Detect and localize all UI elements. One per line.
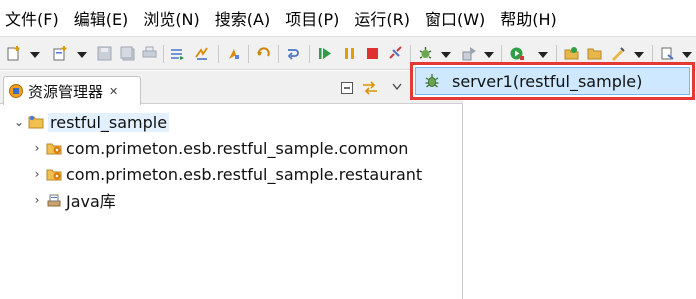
open-type-icon[interactable] (564, 46, 579, 61)
resume-icon[interactable] (318, 46, 333, 61)
run-server-dropdown-arrow-icon[interactable] (484, 52, 494, 58)
menu-edit[interactable]: 编辑(E) (74, 6, 129, 30)
menu-file[interactable]: 文件(F) (5, 6, 59, 30)
menu-bar: 文件(F) 编辑(E) 浏览(N) 搜索(A) 项目(P) 运行(R) 窗口(W… (0, 0, 696, 36)
collapsed-chevron-icon[interactable]: › (30, 167, 44, 181)
tree-item-label: restful_sample (48, 112, 170, 132)
link-with-editor-icon[interactable] (362, 81, 378, 95)
project-folder-icon (28, 115, 44, 129)
print-icon (142, 46, 157, 58)
pen-dropdown-arrow-icon[interactable] (634, 52, 644, 58)
sync-icon[interactable] (170, 46, 185, 61)
pen-tool-icon[interactable] (610, 46, 625, 61)
next-annotation-icon[interactable] (660, 46, 675, 61)
menu-search[interactable]: 搜索(A) (215, 6, 270, 30)
tab-label: 资源管理器 (28, 82, 104, 101)
expanded-chevron-icon[interactable]: ⌄ (12, 115, 26, 129)
tree-item-label: Java库 (66, 192, 116, 211)
module-icon (46, 143, 62, 155)
run-icon[interactable] (510, 46, 525, 61)
tree-item-label: com.primeton.esb.restful_sample.restaura… (66, 164, 423, 184)
ide-window: 文件(F) 编辑(E) 浏览(N) 搜索(A) 项目(P) 运行(R) 窗口(W… (0, 0, 696, 299)
tree-item-common[interactable]: › com.primeton.esb.restful_sample.common (30, 135, 409, 161)
tree-item-restful-sample[interactable]: ⌄ restful_sample (12, 109, 170, 135)
menu-project[interactable]: 项目(P) (285, 6, 339, 30)
tab-resource-explorer[interactable]: 资源管理器 ✕ (3, 76, 141, 105)
menu-navigate[interactable]: 浏览(N) (143, 6, 199, 30)
build-icon[interactable] (226, 46, 241, 61)
tree-item-restaurant[interactable]: › com.primeton.esb.restful_sample.restau… (30, 161, 423, 187)
tree-item-java-library[interactable]: › Java库 (30, 187, 116, 213)
menu-item-server1[interactable]: server1(restful_sample) (415, 67, 690, 95)
library-icon (47, 194, 61, 207)
run-server-icon[interactable] (462, 46, 477, 61)
menu-run[interactable]: 运行(R) (354, 6, 410, 30)
menu-help[interactable]: 帮助(H) (500, 6, 557, 30)
debug-dropdown-arrow-icon[interactable] (441, 52, 451, 58)
debug-bug-icon (425, 74, 439, 88)
menu-window[interactable]: 窗口(W) (425, 6, 485, 30)
run-dropdown-arrow-icon[interactable] (538, 52, 548, 58)
tree-item-label: com.primeton.esb.restful_sample.common (66, 138, 409, 158)
module-icon (46, 169, 62, 181)
new-wizard-dropdown-arrow-icon[interactable] (77, 52, 87, 58)
annotation-dropdown-arrow-icon[interactable] (682, 52, 692, 58)
new-wizard-icon[interactable] (52, 46, 67, 61)
save-icon (97, 46, 112, 61)
new-dropdown-arrow-icon[interactable] (30, 52, 40, 58)
open-folder-icon[interactable] (587, 46, 602, 61)
debug-server-dropdown-menu: server1(restful_sample) (410, 62, 695, 100)
explorer-icon (9, 84, 23, 98)
menu-item-label: server1(restful_sample) (452, 71, 643, 91)
collapsed-chevron-icon[interactable]: › (30, 193, 44, 207)
new-icon[interactable] (6, 46, 21, 61)
step-icon[interactable] (286, 46, 301, 61)
view-menu-chevron-down-icon[interactable] (392, 83, 402, 91)
disconnect-icon[interactable] (388, 46, 403, 61)
collapse-all-icon[interactable] (341, 82, 353, 94)
save-all-icon (120, 46, 135, 61)
undo-icon[interactable] (256, 46, 271, 61)
terminate-icon[interactable] (365, 46, 380, 61)
refresh-icon[interactable] (194, 46, 209, 61)
suspend-icon[interactable] (342, 46, 357, 61)
close-tab-icon[interactable]: ✕ (109, 85, 118, 98)
debug-server-icon[interactable] (418, 46, 433, 61)
panel-tab-bar: 资源管理器 ✕ (0, 71, 463, 105)
resource-explorer-panel: 资源管理器 ✕ ⌄ restful_sample › com.primeton.… (0, 71, 463, 299)
collapsed-chevron-icon[interactable]: › (30, 141, 44, 155)
